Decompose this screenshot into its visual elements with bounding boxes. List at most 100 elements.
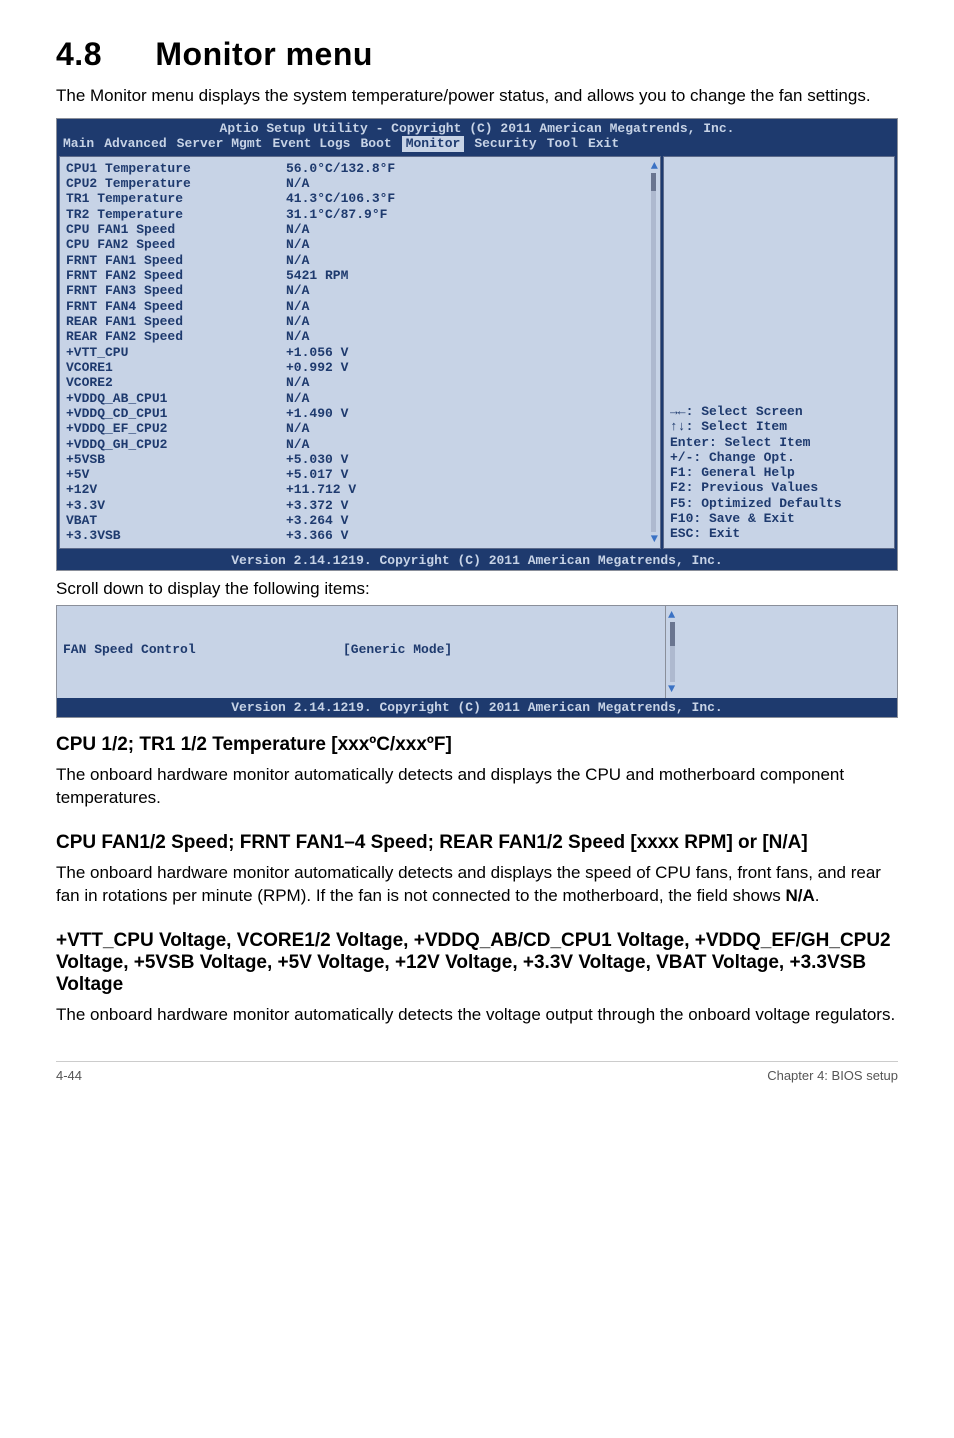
page-footer: 4-44 Chapter 4: BIOS setup: [56, 1061, 898, 1083]
bios-row-label: TR1 Temperature: [66, 191, 286, 206]
bios-main-pane: ▲ ▼ CPU1 Temperature56.0°C/132.8°FCPU2 T…: [59, 156, 661, 549]
fan-speed-control-row[interactable]: FAN Speed Control [Generic Mode]: [63, 642, 659, 657]
bios-row-value: N/A: [286, 391, 309, 406]
tab-main[interactable]: Main: [63, 136, 94, 151]
bios-row-label: FRNT FAN2 Speed: [66, 268, 286, 283]
bios-row: +VTT_CPU+1.056 V: [66, 345, 654, 360]
scroll-up-icon[interactable]: ▲: [668, 608, 675, 622]
bios-row-value: +3.264 V: [286, 513, 348, 528]
bios-row-value: +5.017 V: [286, 467, 348, 482]
bios-row-label: FRNT FAN1 Speed: [66, 253, 286, 268]
bios2-side-pane: ▲ ▼: [665, 606, 897, 698]
bios-row-label: VCORE2: [66, 375, 286, 390]
bios-row-label: +5V: [66, 467, 286, 482]
tab-monitor[interactable]: Monitor: [402, 136, 465, 151]
bios-row-value: N/A: [286, 375, 309, 390]
bios-row: VCORE2N/A: [66, 375, 654, 390]
scroll-up-icon[interactable]: ▲: [651, 159, 658, 173]
bios-row-label: VCORE1: [66, 360, 286, 375]
bios2-footer: Version 2.14.1219. Copyright (C) 2011 Am…: [57, 698, 897, 717]
tab-server-mgmt[interactable]: Server Mgmt: [177, 136, 263, 151]
bios-row-value: N/A: [286, 176, 309, 191]
scrollbar-track[interactable]: [651, 173, 656, 532]
bios-panel: Aptio Setup Utility - Copyright (C) 2011…: [56, 118, 898, 571]
bios-row-label: REAR FAN1 Speed: [66, 314, 286, 329]
tab-security[interactable]: Security: [474, 136, 536, 151]
bios-row: FRNT FAN2 Speed5421 RPM: [66, 268, 654, 283]
nav-help-line: F1: General Help: [670, 465, 842, 480]
nav-help-line: +/-: Change Opt.: [670, 450, 842, 465]
fan-speed-control-label: FAN Speed Control: [63, 642, 343, 657]
bios-row-label: CPU2 Temperature: [66, 176, 286, 191]
bios-row: CPU FAN2 SpeedN/A: [66, 237, 654, 252]
bios-row-value: N/A: [286, 283, 309, 298]
bios-row-value: N/A: [286, 314, 309, 329]
bios-row: CPU1 Temperature56.0°C/132.8°F: [66, 161, 654, 176]
bios-row-label: REAR FAN2 Speed: [66, 329, 286, 344]
bios-row: +VDDQ_GH_CPU2N/A: [66, 437, 654, 452]
bios-row: +VDDQ_CD_CPU1+1.490 V: [66, 406, 654, 421]
bios-row-value: N/A: [286, 237, 309, 252]
bios-row: FRNT FAN1 SpeedN/A: [66, 253, 654, 268]
bios-row-value: +1.056 V: [286, 345, 348, 360]
section-heading-temperature: CPU 1/2; TR1 1/2 Temperature [xxxºC/xxxº…: [56, 734, 898, 756]
bios-row-label: +5VSB: [66, 452, 286, 467]
scroll-down-icon[interactable]: ▼: [651, 532, 658, 546]
bios-row-value: 56.0°C/132.8°F: [286, 161, 395, 176]
nav-help-line: F10: Save & Exit: [670, 511, 842, 526]
bios-row-value: +11.712 V: [286, 482, 356, 497]
bios-row: VBAT+3.264 V: [66, 513, 654, 528]
section-heading-voltage: +VTT_CPU Voltage, VCORE1/2 Voltage, +VDD…: [56, 930, 898, 996]
tab-event-logs[interactable]: Event Logs: [272, 136, 350, 151]
bios-row: REAR FAN1 SpeedN/A: [66, 314, 654, 329]
bios-row: +5V+5.017 V: [66, 467, 654, 482]
nav-help-line: Enter: Select Item: [670, 435, 842, 450]
section-body-voltage: The onboard hardware monitor automatical…: [56, 1004, 898, 1027]
bios2-main-pane: FAN Speed Control [Generic Mode]: [57, 606, 665, 698]
scroll-down-icon[interactable]: ▼: [668, 682, 675, 696]
bios-row-value: 41.3°C/106.3°F: [286, 191, 395, 206]
bios-row: VCORE1+0.992 V: [66, 360, 654, 375]
bios-row: TR2 Temperature31.1°C/87.9°F: [66, 207, 654, 222]
bios-row-label: FRNT FAN4 Speed: [66, 299, 286, 314]
intro-text: The Monitor menu displays the system tem…: [56, 85, 898, 108]
heading-title: Monitor menu: [155, 36, 373, 72]
tab-exit[interactable]: Exit: [588, 136, 619, 151]
section-body-temperature: The onboard hardware monitor automatical…: [56, 764, 898, 810]
tab-boot[interactable]: Boot: [360, 136, 391, 151]
bios-row: +VDDQ_AB_CPU1N/A: [66, 391, 654, 406]
nav-help-line: ESC: Exit: [670, 526, 842, 541]
tab-tool[interactable]: Tool: [547, 136, 578, 151]
bios-row: +3.3V+3.372 V: [66, 498, 654, 513]
bios-row-value: N/A: [286, 253, 309, 268]
nav-help-line: →←: Select Screen: [670, 404, 842, 419]
bios-row-value: +0.992 V: [286, 360, 348, 375]
page-heading: 4.8 Monitor menu: [56, 36, 898, 73]
bios-panel-continued: FAN Speed Control [Generic Mode] ▲ ▼ Ver…: [56, 605, 898, 718]
scrollbar-thumb[interactable]: [670, 622, 675, 646]
heading-number: 4.8: [56, 36, 146, 73]
scrollbar-track[interactable]: [670, 622, 675, 682]
bios-row-value: N/A: [286, 222, 309, 237]
fan-speed-control-value: [Generic Mode]: [343, 642, 452, 657]
bios-row: TR1 Temperature41.3°C/106.3°F: [66, 191, 654, 206]
bios-row-label: +3.3VSB: [66, 528, 286, 543]
tab-advanced[interactable]: Advanced: [104, 136, 166, 151]
bios-row: CPU2 TemperatureN/A: [66, 176, 654, 191]
bios-row: FRNT FAN4 SpeedN/A: [66, 299, 654, 314]
page-number: 4-44: [56, 1068, 82, 1083]
bios-row-value: +3.366 V: [286, 528, 348, 543]
bios-row-label: FRNT FAN3 Speed: [66, 283, 286, 298]
bios-row: +3.3VSB+3.366 V: [66, 528, 654, 543]
scrollbar-thumb[interactable]: [651, 173, 656, 191]
section-heading-fanspeed: CPU FAN1/2 Speed; FRNT FAN1–4 Speed; REA…: [56, 832, 898, 854]
bios-row-label: TR2 Temperature: [66, 207, 286, 222]
bios-row-value: 5421 RPM: [286, 268, 348, 283]
bios-row-value: N/A: [286, 421, 309, 436]
bios-row-value: +5.030 V: [286, 452, 348, 467]
bios-row: +VDDQ_EF_CPU2N/A: [66, 421, 654, 436]
nav-help-line: ↑↓: Select Item: [670, 419, 842, 434]
bios-row-label: +VDDQ_GH_CPU2: [66, 437, 286, 452]
section-body-fanspeed: The onboard hardware monitor automatical…: [56, 862, 898, 908]
bios-row-label: CPU FAN2 Speed: [66, 237, 286, 252]
